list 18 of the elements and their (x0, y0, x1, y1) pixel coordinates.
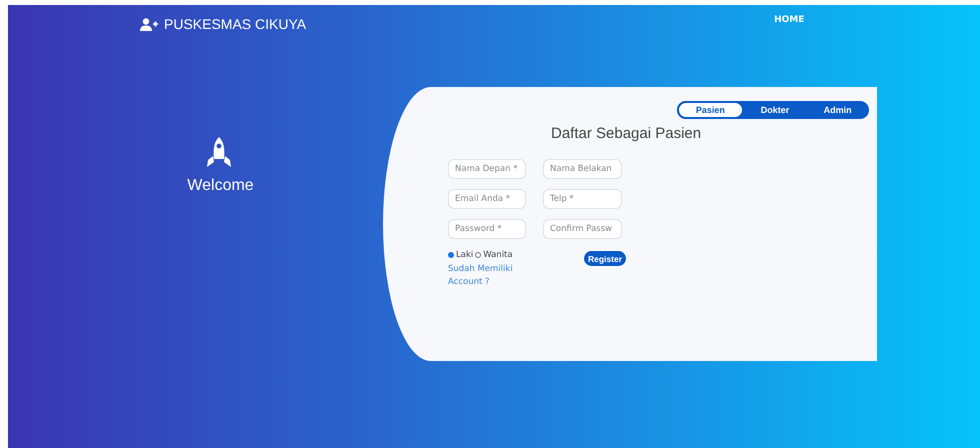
welcome-title: Welcome (187, 177, 254, 195)
input-field[interactable]: Email Anda * (448, 189, 526, 209)
input-field[interactable]: Telp * (543, 189, 622, 209)
gender-radio[interactable]: Laki (448, 250, 474, 260)
brand-name: PUSKESMAS CIKUYA (164, 16, 306, 32)
input-field[interactable]: Password * (448, 219, 526, 239)
register-button[interactable]: Register (583, 250, 628, 267)
input-field[interactable]: Confirm Passw (543, 219, 622, 239)
role-tab[interactable]: Admin (806, 101, 870, 119)
rocket-icon (204, 137, 232, 167)
gender-radio[interactable]: Wanita (475, 250, 513, 260)
role-tab[interactable]: Pasien (677, 101, 744, 119)
input-field[interactable]: Nama Belakan (543, 159, 622, 179)
form-title: Daftar Sebagai Pasien (551, 125, 702, 142)
input-field[interactable]: Nama Depan * (448, 159, 526, 179)
add-user-icon (140, 18, 158, 30)
role-tab[interactable]: Dokter (744, 101, 806, 119)
login-link[interactable]: Sudah Memiliki Account ? (448, 263, 528, 289)
